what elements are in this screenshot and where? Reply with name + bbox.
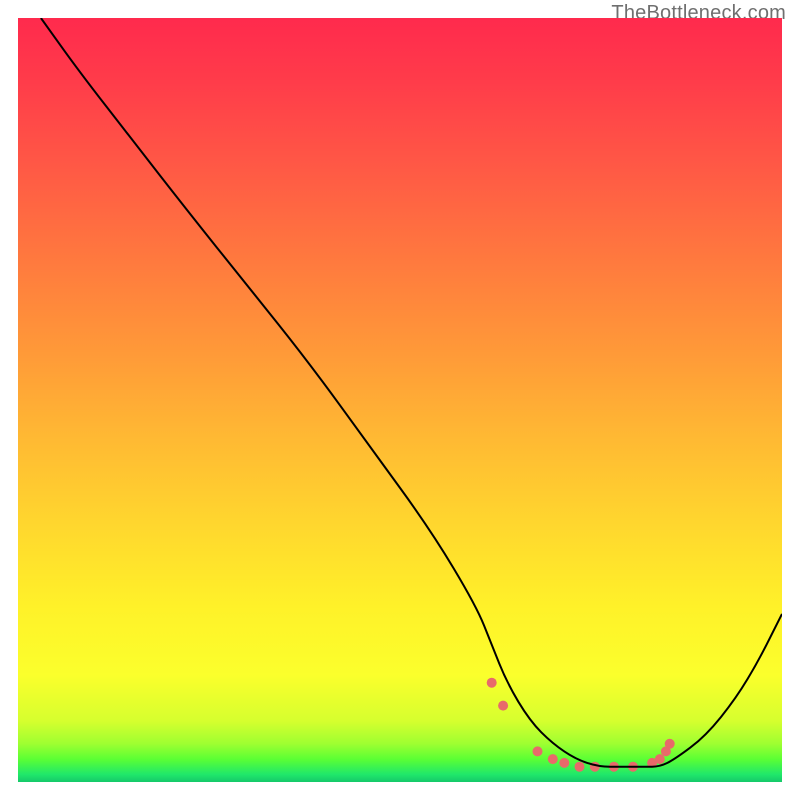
trough-marker <box>559 758 569 768</box>
trough-marker <box>498 701 508 711</box>
trough-marker <box>665 739 675 749</box>
plot-area <box>18 18 782 782</box>
trough-markers-group <box>487 678 675 772</box>
trough-marker <box>487 678 497 688</box>
curve-svg <box>18 18 782 782</box>
trough-marker <box>548 754 558 764</box>
trough-marker <box>533 746 543 756</box>
trough-marker <box>575 762 585 772</box>
chart-container: TheBottleneck.com <box>0 0 800 800</box>
bottleneck-curve <box>41 18 782 767</box>
